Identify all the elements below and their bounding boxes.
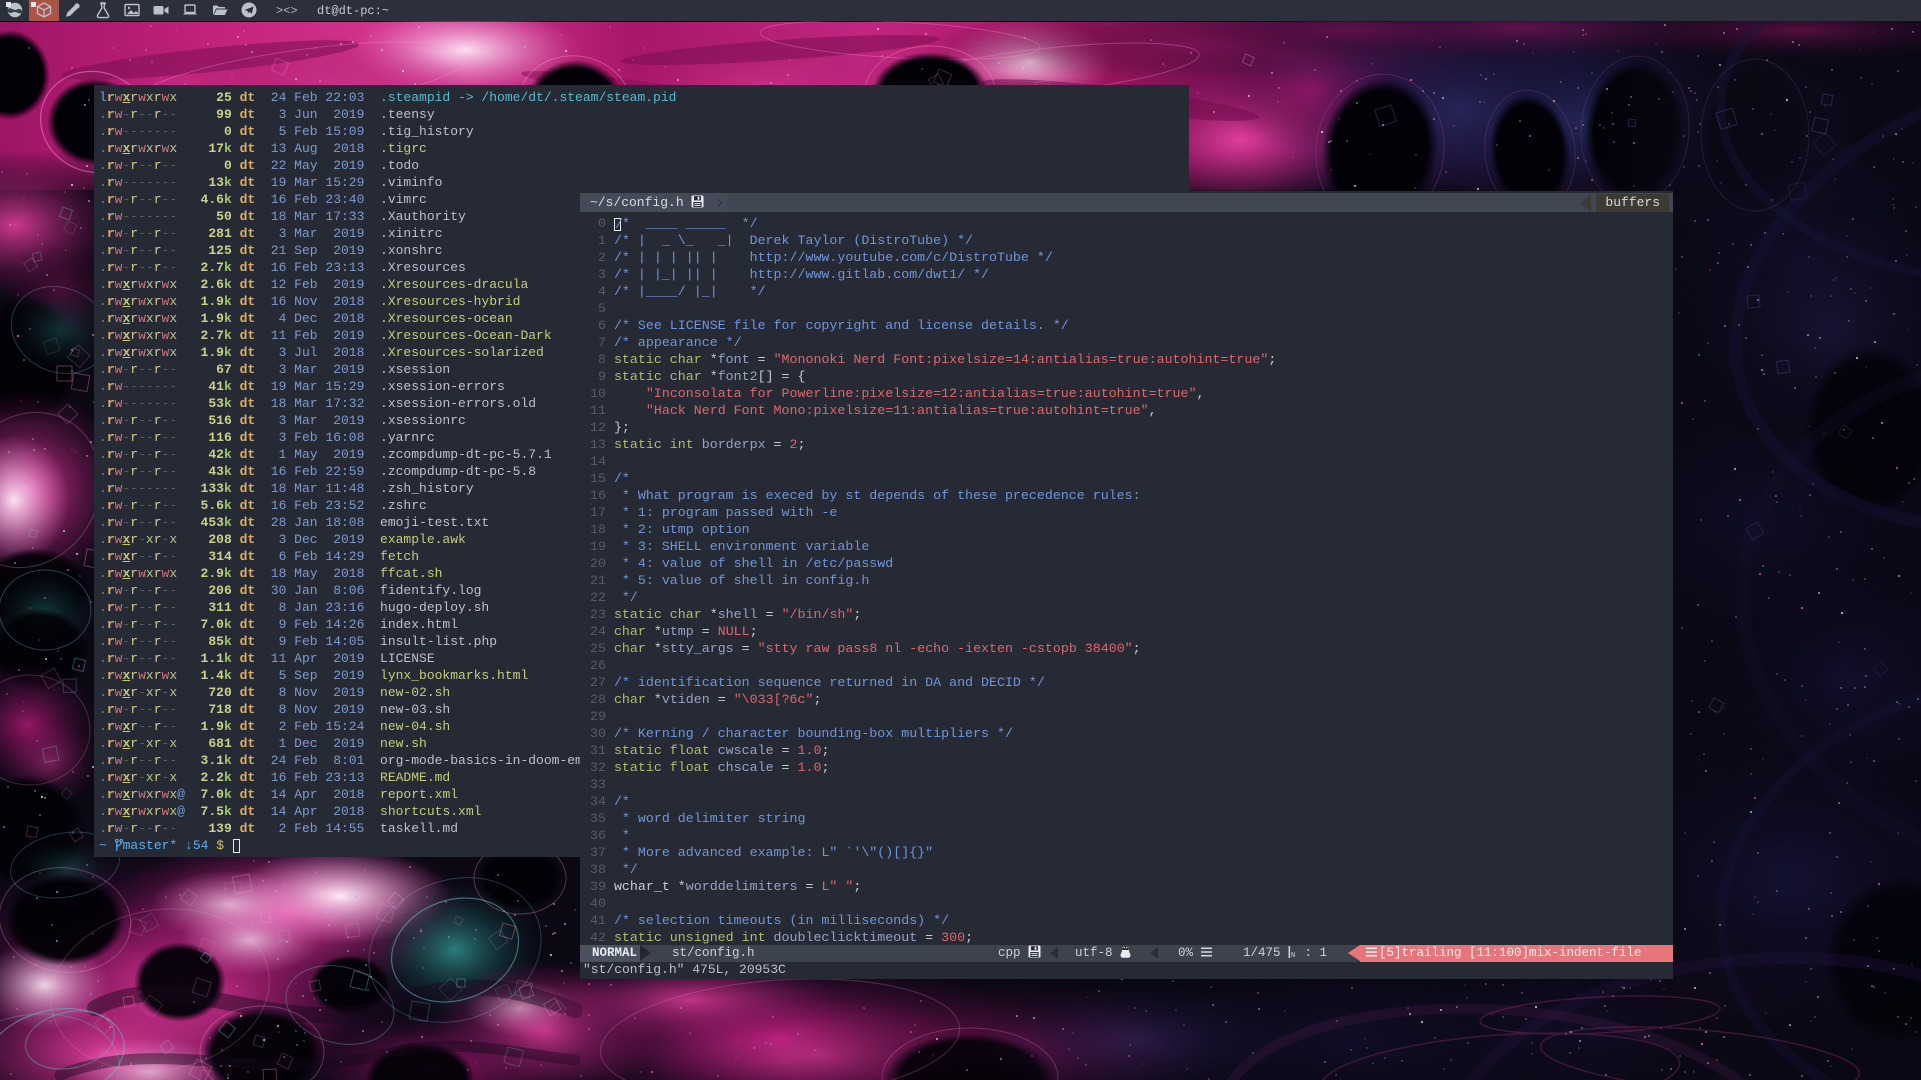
svg-text:N: N bbox=[1291, 952, 1295, 958]
